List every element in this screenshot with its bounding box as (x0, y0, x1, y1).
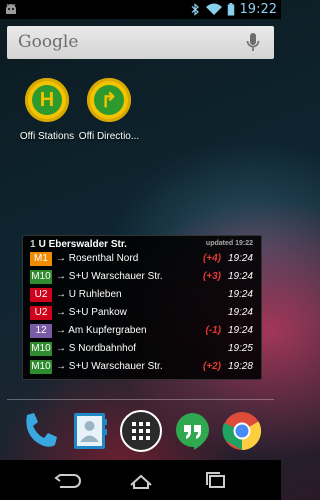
departure-delay: (+3) (202, 271, 221, 282)
bus-stop-icon: H (25, 78, 69, 122)
station-header: 1U Eberswalder Str. (30, 239, 127, 250)
hangouts-icon[interactable] (170, 409, 214, 453)
directions-icon: ↱ (87, 78, 131, 122)
departure-time: 19:28 (227, 361, 253, 372)
line-badge: M10 (30, 342, 52, 356)
departure-row[interactable]: M1 → Rosenthal Nord (+4) 19:24 (30, 252, 255, 266)
status-bar: 19:22 (0, 0, 281, 19)
departure-time: 19:24 (227, 289, 253, 300)
departure-destination: → Rosenthal Nord (56, 253, 139, 264)
navigation-bar (0, 460, 281, 500)
recents-button[interactable] (198, 470, 234, 492)
wifi-icon (205, 3, 222, 15)
departure-row[interactable]: M10 → S+U Warschauer Str. (+2) 19:28 (30, 360, 255, 374)
chrome-icon[interactable] (220, 409, 264, 453)
phone-icon[interactable] (17, 409, 61, 453)
microphone-icon[interactable] (246, 33, 260, 53)
app-drawer-icon[interactable] (119, 409, 163, 453)
departure-time: 19:24 (227, 307, 253, 318)
battery-icon (227, 3, 234, 16)
home-button[interactable] (123, 470, 159, 492)
departure-row[interactable]: 12 → Am Kupfergraben (-1) 19:24 (30, 324, 255, 338)
line-badge: M10 (30, 360, 52, 374)
line-badge: M1 (30, 252, 52, 266)
departure-row[interactable]: U2 → S+U Pankow 19:24 (30, 306, 255, 320)
line-badge: 12 (30, 324, 52, 338)
departures-widget[interactable]: 1U Eberswalder Str. updated 19:22 M1 → Ro… (22, 235, 262, 380)
line-badge: U2 (30, 288, 52, 302)
dock-divider (7, 399, 274, 400)
status-time: 19:22 (239, 2, 277, 17)
departure-delay: (+4) (202, 253, 221, 264)
departure-row[interactable]: U2 → U Ruhleben 19:24 (30, 288, 255, 302)
departure-row[interactable]: M10 → S+U Warschauer Str. (+3) 19:24 (30, 270, 255, 284)
updated-time: updated 19:22 (205, 240, 253, 247)
bluetooth-icon (191, 3, 199, 16)
departure-time: 19:24 (227, 271, 253, 282)
departure-destination: → S+U Warschauer Str. (56, 271, 163, 282)
departure-destination: → Am Kupfergraben (56, 325, 147, 336)
departure-destination: → S+U Pankow (56, 307, 127, 318)
departure-time: 19:24 (227, 325, 253, 336)
departure-destination: → U Ruhleben (56, 289, 122, 300)
departure-delay: (+2) (202, 361, 221, 372)
station-name: U Eberswalder Str. (38, 239, 127, 250)
departure-row[interactable]: M10 → S Nordbahnhof 19:25 (30, 342, 255, 356)
back-button[interactable] (48, 470, 84, 492)
shortcut-label: Offi Stations (19, 131, 75, 142)
departure-time: 19:24 (227, 253, 253, 264)
offi-directions-shortcut[interactable]: ↱ Offi Directio... (77, 78, 141, 142)
google-search-bar[interactable]: Google (7, 26, 274, 59)
line-badge: U2 (30, 306, 52, 320)
contacts-icon[interactable] (68, 409, 112, 453)
departure-delay: (-1) (205, 325, 221, 336)
line-badge: M10 (30, 270, 52, 284)
departure-time: 19:25 (227, 343, 253, 354)
departure-destination: → S Nordbahnhof (56, 343, 137, 354)
shortcut-label: Offi Directio... (78, 131, 140, 142)
offi-stations-shortcut[interactable]: H Offi Stations (15, 78, 79, 142)
station-number: 1 (30, 239, 36, 250)
android-notification-icon (6, 3, 16, 14)
google-logo[interactable]: Google (18, 32, 78, 52)
departure-destination: → S+U Warschauer Str. (56, 361, 163, 372)
